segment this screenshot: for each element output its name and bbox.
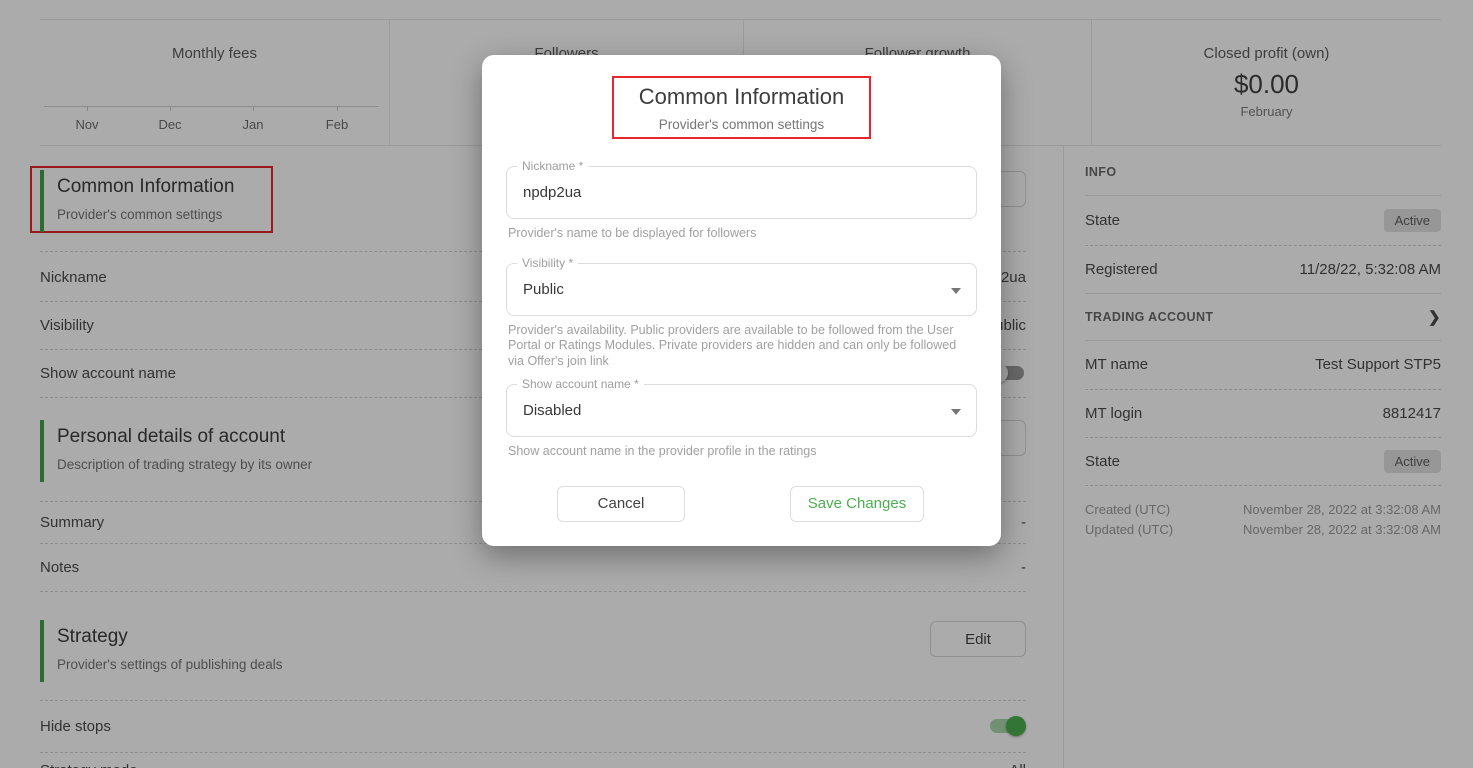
nickname-field[interactable]: Nickname * <box>506 166 977 219</box>
field-label: Show account name * <box>517 377 644 391</box>
show-account-name-select[interactable]: Show account name * Disabled <box>506 384 977 437</box>
provider-settings-page: Monthly fees Nov Dec Jan Feb Followers F… <box>0 0 1473 768</box>
show-account-name-helper-text: Show account name in the provider profil… <box>508 444 966 460</box>
visibility-helper-text: Provider's availability. Public provider… <box>508 323 966 370</box>
save-changes-button[interactable]: Save Changes <box>790 486 924 522</box>
dialog-subtitle: Provider's common settings <box>659 117 824 132</box>
common-information-dialog: Common Information Provider's common set… <box>482 55 1001 546</box>
show-account-name-selected-value: Disabled <box>523 402 581 419</box>
dialog-actions: Cancel Save Changes <box>506 486 977 522</box>
nickname-input[interactable] <box>507 167 976 218</box>
dropdown-caret-icon <box>951 409 961 415</box>
visibility-select[interactable]: Visibility * Public <box>506 263 977 316</box>
field-label: Visibility * <box>517 256 578 270</box>
dropdown-caret-icon <box>951 288 961 294</box>
dialog-title: Common Information <box>639 84 844 110</box>
cancel-button[interactable]: Cancel <box>557 486 685 522</box>
visibility-selected-value: Public <box>523 281 564 298</box>
nickname-helper-text: Provider's name to be displayed for foll… <box>508 226 966 242</box>
highlight-box-dialog-title: Common Information Provider's common set… <box>612 76 871 139</box>
field-label: Nickname * <box>517 159 588 173</box>
